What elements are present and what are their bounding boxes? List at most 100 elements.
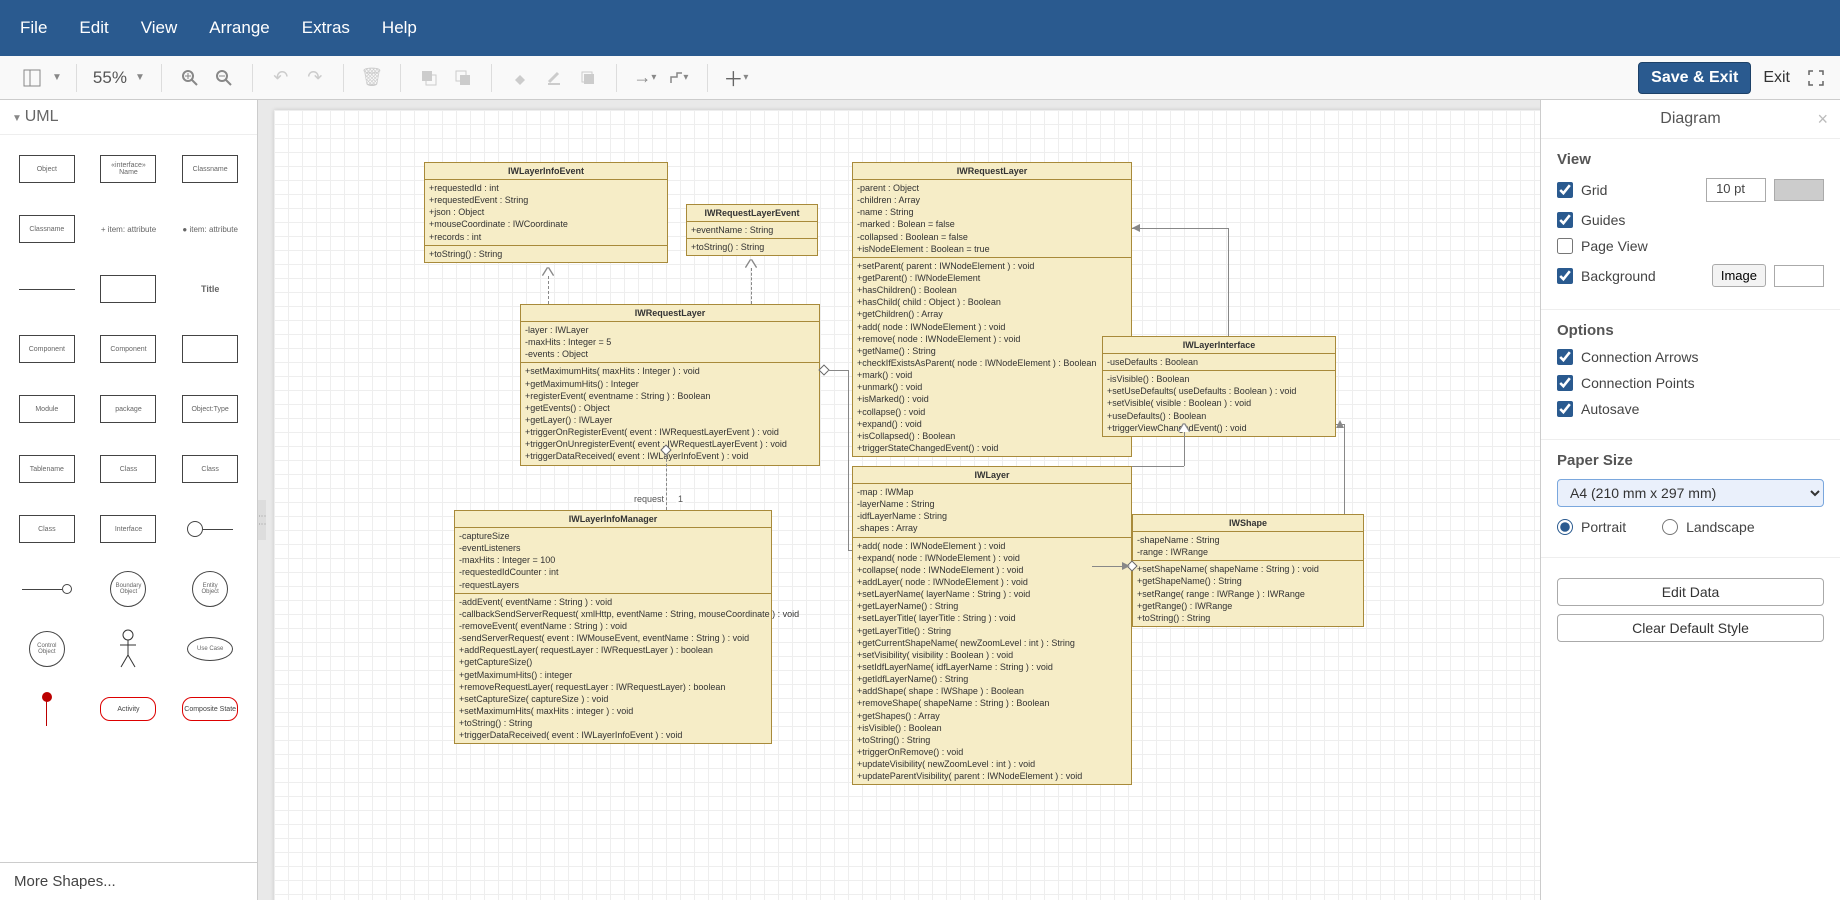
palette-shape[interactable]: Class [92, 445, 166, 493]
autosave-label: Autosave [1581, 401, 1639, 417]
grid-color-swatch[interactable] [1774, 179, 1824, 201]
uml-class-IWLayer[interactable]: IWLayer-map : IWMap-layerName : String-i… [852, 466, 1132, 785]
palette-shape[interactable] [10, 265, 84, 313]
pageview-checkbox[interactable] [1557, 238, 1573, 254]
background-label: Background [1581, 268, 1656, 284]
uml-class-IWLayerInfoEvent[interactable]: IWLayerInfoEvent+requestedId : int+reque… [424, 162, 668, 263]
palette-shape[interactable] [173, 505, 247, 553]
menu-help[interactable]: Help [382, 18, 417, 38]
palette-shape[interactable]: Composite State [173, 685, 247, 733]
zoom-out-button[interactable] [210, 64, 238, 92]
connection-button[interactable]: →▾ [631, 64, 659, 92]
palette-shape[interactable]: Activity [92, 685, 166, 733]
menu-edit[interactable]: Edit [79, 18, 108, 38]
menubar: File Edit View Arrange Extras Help [0, 0, 1840, 56]
palette-shape[interactable]: package [92, 385, 166, 433]
undo-button[interactable]: ↶ [267, 64, 295, 92]
palette-shape[interactable]: BoundaryObject [92, 565, 166, 613]
palette-shape[interactable]: + item: attribute [92, 205, 166, 253]
line-color-button[interactable] [540, 64, 568, 92]
edit-data-button[interactable]: Edit Data [1557, 578, 1824, 606]
grid-checkbox[interactable] [1557, 182, 1573, 198]
guides-checkbox[interactable] [1557, 212, 1573, 228]
palette-shape[interactable]: ControlObject [10, 625, 84, 673]
conn-arrows-checkbox[interactable] [1557, 349, 1573, 365]
shadow-button[interactable] [574, 64, 602, 92]
grid-label: Grid [1581, 182, 1607, 198]
menu-file[interactable]: File [20, 18, 47, 38]
grid-size-input[interactable]: 10 pt [1706, 178, 1766, 202]
zoom-in-button[interactable] [176, 64, 204, 92]
background-image-button[interactable]: Image [1712, 264, 1766, 287]
landscape-label: Landscape [1686, 519, 1755, 535]
portrait-label: Portrait [1581, 519, 1626, 535]
delete-button[interactable]: 🗑 [358, 64, 386, 92]
uml-class-IWShape[interactable]: IWShape-shapeName : String-range : IWRan… [1132, 514, 1364, 627]
uml-class-IWLayerInfoManager[interactable]: IWLayerInfoManager-captureSize-eventList… [454, 510, 772, 744]
palette-shape[interactable]: Module [10, 385, 84, 433]
panel-title: Diagram [1660, 110, 1720, 128]
zoom-value[interactable]: 55% [93, 68, 127, 88]
more-shapes-button[interactable]: More Shapes... [0, 862, 257, 900]
palette-shape[interactable]: Use Case [173, 625, 247, 673]
palette-shape[interactable]: Classname [173, 145, 247, 193]
background-color-swatch[interactable] [1774, 265, 1824, 287]
paper-size-select[interactable]: A4 (210 mm x 297 mm) [1557, 479, 1824, 507]
menu-extras[interactable]: Extras [302, 18, 350, 38]
palette-shape[interactable]: Tablename [10, 445, 84, 493]
shape-palette: Object«interface»NameClassname Classname+… [0, 135, 257, 862]
uml-class-IWLayerInterface[interactable]: IWLayerInterface-useDefaults : Boolean-i… [1102, 336, 1336, 437]
landscape-radio[interactable] [1662, 519, 1678, 535]
palette-shape[interactable]: Component [92, 325, 166, 373]
background-checkbox[interactable] [1557, 268, 1573, 284]
sidebar-title[interactable]: UML [0, 100, 257, 135]
exit-button[interactable]: Exit [1763, 69, 1790, 87]
palette-shape[interactable]: ● item: attribute [173, 205, 247, 253]
guides-label: Guides [1581, 212, 1625, 228]
chevron-down-icon: ▼ [52, 72, 62, 83]
uml-class-IWRequestLayerEvent[interactable]: IWRequestLayerEvent+eventName : String+t… [686, 204, 818, 256]
palette-shape[interactable] [10, 565, 84, 613]
redo-button[interactable]: ↷ [301, 64, 329, 92]
palette-shape[interactable] [92, 625, 166, 673]
conn-arrows-label: Connection Arrows [1581, 349, 1699, 365]
palette-shape[interactable] [173, 325, 247, 373]
palette-shape[interactable]: Class [173, 445, 247, 493]
palette-shape[interactable] [10, 685, 84, 733]
palette-shape[interactable]: Object:Type [173, 385, 247, 433]
palette-shape[interactable]: EntityObject [173, 565, 247, 613]
waypoints-button[interactable]: ▾ [665, 64, 693, 92]
palette-shape[interactable]: Classname [10, 205, 84, 253]
sidebar-toggle-handle[interactable]: ⋮⋮ [258, 500, 266, 540]
menu-arrange[interactable]: Arrange [209, 18, 269, 38]
portrait-radio[interactable] [1557, 519, 1573, 535]
palette-shape[interactable]: Interface [92, 505, 166, 553]
view-heading: View [1557, 151, 1824, 168]
fill-color-button[interactable] [506, 64, 534, 92]
canvas[interactable]: IWLayerInfoEvent+requestedId : int+reque… [274, 110, 1540, 900]
to-front-button[interactable] [415, 64, 443, 92]
palette-shape[interactable]: Object [10, 145, 84, 193]
canvas-container: ⋮⋮ IWLayerInfoEvent+requestedId : int+re… [258, 100, 1540, 900]
options-heading: Options [1557, 322, 1824, 339]
chevron-down-icon: ▼ [135, 72, 145, 83]
menu-view[interactable]: View [141, 18, 178, 38]
view-mode-button[interactable] [18, 64, 46, 92]
conn-points-checkbox[interactable] [1557, 375, 1573, 391]
clear-style-button[interactable]: Clear Default Style [1557, 614, 1824, 642]
save-exit-button[interactable]: Save & Exit [1638, 62, 1751, 94]
palette-shape[interactable] [92, 265, 166, 313]
to-back-button[interactable] [449, 64, 477, 92]
conn-points-label: Connection Points [1581, 375, 1695, 391]
fullscreen-button[interactable] [1802, 64, 1830, 92]
uml-class-IWRequestLayer[interactable]: IWRequestLayer-layer : IWLayer-maxHits :… [520, 304, 820, 466]
palette-shape[interactable]: «interface»Name [92, 145, 166, 193]
palette-shape[interactable]: Title [173, 265, 247, 313]
insert-button[interactable]: ＋▾ [722, 64, 750, 92]
workspace: UML Object«interface»NameClassname Classn… [0, 100, 1840, 900]
palette-shape[interactable]: Class [10, 505, 84, 553]
uml-class-IWRequestLayer[interactable]: IWRequestLayer-parent : Object-children … [852, 162, 1132, 457]
palette-shape[interactable]: Component [10, 325, 84, 373]
close-icon[interactable]: × [1817, 109, 1828, 130]
autosave-checkbox[interactable] [1557, 401, 1573, 417]
